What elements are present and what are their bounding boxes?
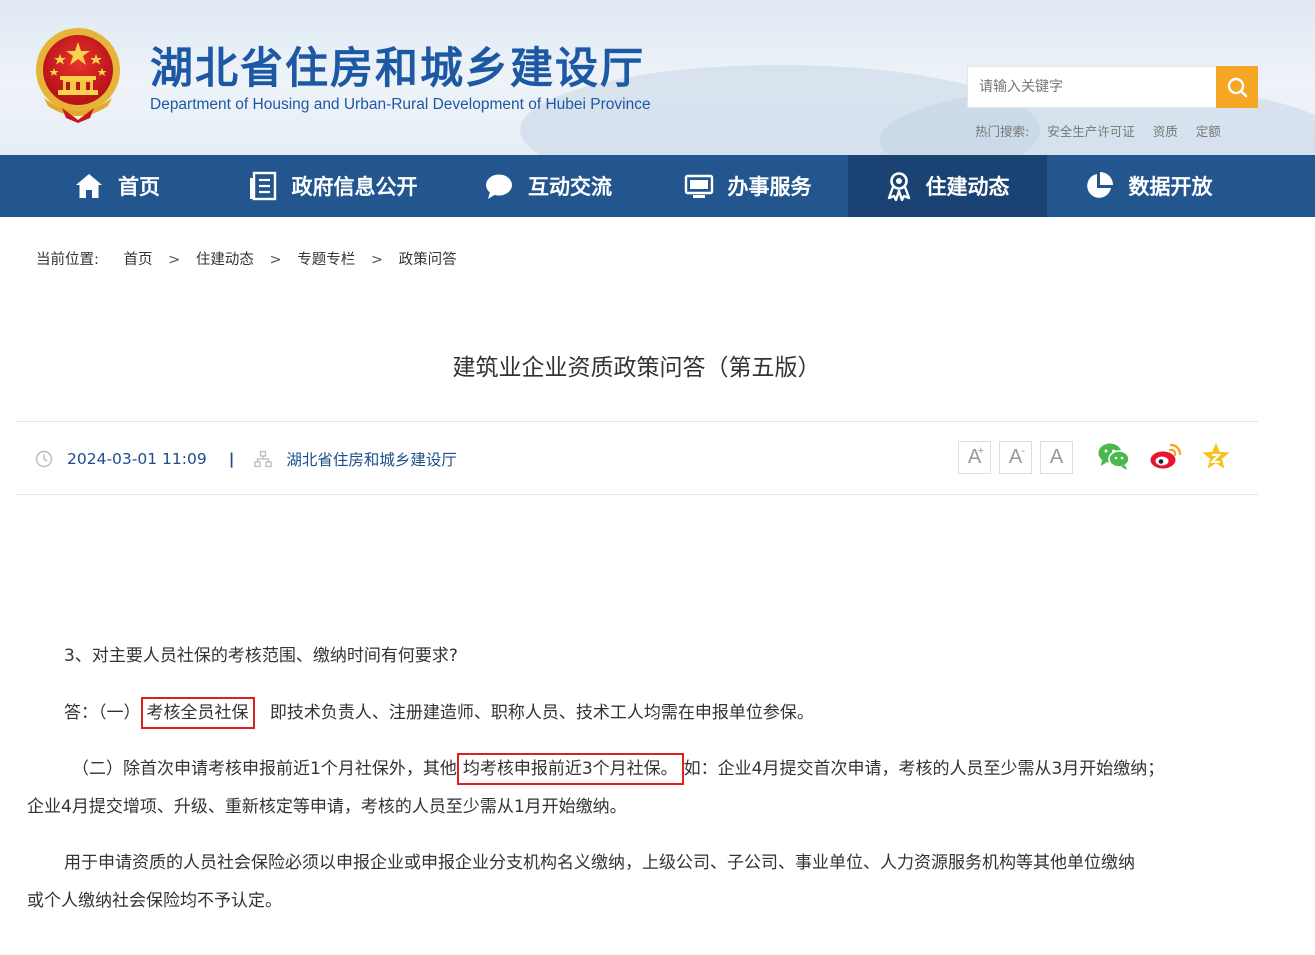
breadcrumb-label: 当前位置: <box>36 252 99 268</box>
answer-prefix: 答：（一） <box>64 703 141 723</box>
hot-search-item[interactable]: 资质 <box>1153 124 1178 139</box>
breadcrumb-item-news[interactable]: 住建动态 <box>196 252 254 268</box>
font-size-controls: A + A- A <box>958 441 1073 474</box>
hot-search-item[interactable]: 安全生产许可证 <box>1047 124 1135 139</box>
document-list-icon <box>248 171 278 201</box>
answer-paragraph-1: 答：（一） 考核全员社保 即技术负责人、注册建造师、职称人员、技术工人均需在申报单… <box>64 694 814 732</box>
nav-item-label: 互动交流 <box>528 175 612 199</box>
question-text: 3、对主要人员社保的考核范围、缴纳时间有何要求? <box>64 646 458 666</box>
main-navigation: 首页 政府信息公开 互动交流 办事服务 住建动态 数据开放 <box>0 155 1315 217</box>
paragraph-3-line-2: 或个人缴纳社会保险均不予认定。 <box>27 891 282 911</box>
hot-search: 热门搜索: 安全生产许可证 资质 定额 <box>975 121 1235 140</box>
article-source: 湖北省住房和城乡建设厅 <box>286 451 457 469</box>
highlighted-text: 均考核申报前近3个月社保。 <box>456 753 684 785</box>
paragraph-3-line-1: 用于申请资质的人员社会保险必须以申报企业或申报企业分支机构名义缴纳，上级公司、子… <box>64 853 1135 873</box>
nav-item-gov-info[interactable]: 政府信息公开 <box>220 155 445 217</box>
answer-text: 即技术负责人、注册建造师、职称人员、技术工人均需在申报单位参保。 <box>269 703 814 723</box>
nav-item-services[interactable]: 办事服务 <box>660 155 835 217</box>
nav-item-home[interactable]: 首页 <box>42 155 192 217</box>
site-header: 湖北省住房和城乡建设厅 Department of Housing and Ur… <box>0 0 1315 155</box>
font-size-decrease-button[interactable]: A- <box>999 441 1032 474</box>
site-subtitle: Department of Housing and Urban-Rural De… <box>150 96 651 113</box>
font-size-increase-button[interactable]: A + <box>958 441 991 474</box>
breadcrumb: 当前位置: 首页 > 住建动态 > 专题专栏 > 政策问答 <box>36 248 457 269</box>
pie-chart-icon <box>1083 170 1115 202</box>
nav-item-interaction[interactable]: 互动交流 <box>458 155 638 217</box>
weibo-icon[interactable] <box>1149 441 1183 471</box>
share-buttons <box>1097 441 1231 471</box>
font-size-default-button[interactable]: A <box>1040 441 1073 474</box>
nav-item-news[interactable]: 住建动态 <box>848 155 1047 217</box>
breadcrumb-separator: > <box>168 252 181 268</box>
award-icon <box>886 171 912 201</box>
breadcrumb-item-policy-qa[interactable]: 政策问答 <box>399 252 457 268</box>
monitor-icon <box>684 172 714 200</box>
chat-bubble-icon <box>484 172 514 200</box>
nav-item-label: 首页 <box>118 175 160 199</box>
answer-prefix: （二）除首次申请考核申报前近1个月社保外，其他 <box>72 759 457 779</box>
nav-item-open-data[interactable]: 数据开放 <box>1060 155 1235 217</box>
search-button[interactable] <box>1216 66 1258 108</box>
national-emblem-icon[interactable] <box>32 26 124 124</box>
answer-paragraph-2-line-2: 企业4月提交增项、升级、重新核定等申请，考核的人员至少需从1月开始缴纳。 <box>27 797 627 817</box>
nav-item-label: 数据开放 <box>1128 175 1213 199</box>
article-title: 建筑业企业资质政策问答（第五版） <box>452 355 821 381</box>
article-meta-bar: 2024-03-01 11:09 | 湖北省住房和城乡建设厅 A + A- A <box>15 421 1258 495</box>
wechat-icon[interactable] <box>1097 441 1131 471</box>
meta-divider: | <box>228 450 235 468</box>
highlighted-text: 考核全员社保 <box>140 697 255 729</box>
hot-search-label: 热门搜索: <box>975 124 1030 139</box>
publish-date: 2024-03-01 11:09 <box>67 450 207 468</box>
answer-text: 如：企业4月提交首次申请，考核的人员至少需从3月开始缴纳； <box>683 759 1165 779</box>
breadcrumb-separator: > <box>370 252 384 268</box>
site-title: 湖北省住房和城乡建设厅 <box>150 44 645 94</box>
organization-icon <box>254 450 273 468</box>
nav-item-label: 政府信息公开 <box>291 175 418 199</box>
breadcrumb-separator: > <box>269 252 282 268</box>
home-icon <box>74 172 104 200</box>
search-icon <box>1227 77 1248 98</box>
nav-item-label: 办事服务 <box>727 175 812 199</box>
search-input[interactable] <box>968 67 1217 107</box>
breadcrumb-item-special-topics[interactable]: 专题专栏 <box>297 252 355 268</box>
nav-item-label: 住建动态 <box>925 175 1010 199</box>
favorite-star-icon[interactable] <box>1201 441 1231 471</box>
clock-icon <box>35 450 53 468</box>
search-box <box>967 66 1258 108</box>
breadcrumb-item-home[interactable]: 首页 <box>124 252 153 268</box>
article-meta: 2024-03-01 11:09 | 湖北省住房和城乡建设厅 <box>35 448 457 470</box>
hot-search-item[interactable]: 定额 <box>1196 124 1221 139</box>
answer-paragraph-2: （二）除首次申请考核申报前近1个月社保外，其他 均考核申报前近3个月社保。 如：企业… <box>72 750 1164 788</box>
